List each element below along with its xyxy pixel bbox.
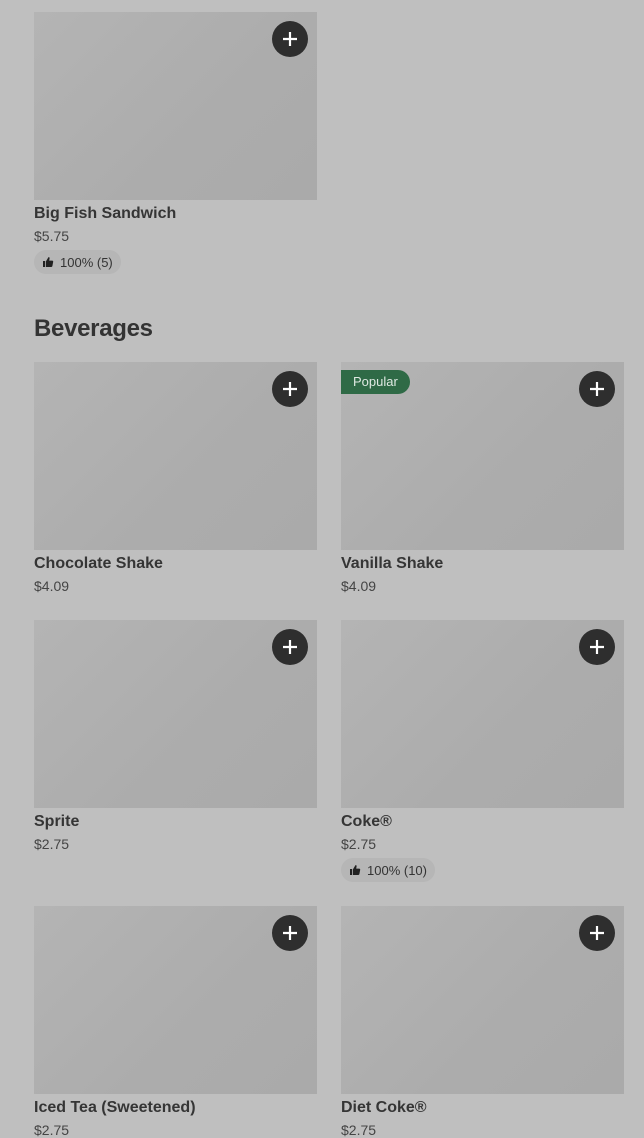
add-to-cart-button[interactable] bbox=[272, 21, 308, 57]
rating-badge: 100% (5) bbox=[34, 250, 121, 274]
plus-icon bbox=[590, 640, 604, 654]
item-image bbox=[341, 906, 624, 1094]
add-to-cart-button[interactable] bbox=[579, 629, 615, 665]
item-price: $4.09 bbox=[34, 578, 70, 594]
item-name: Vanilla Shake bbox=[341, 555, 444, 572]
item-name: Big Fish Sandwich bbox=[34, 205, 177, 222]
item-name: Coke® bbox=[341, 813, 392, 830]
menu-item-card[interactable]: Coke® $2.75 100% (10) bbox=[341, 620, 624, 882]
popular-badge: Popular bbox=[341, 370, 410, 394]
item-price: $4.09 bbox=[341, 578, 377, 594]
item-image bbox=[34, 362, 317, 550]
item-price: $2.75 bbox=[34, 1122, 70, 1138]
item-price: $2.75 bbox=[34, 836, 70, 852]
menu-item-card[interactable]: Chocolate Shake $4.09 bbox=[34, 362, 317, 594]
add-to-cart-button[interactable] bbox=[272, 915, 308, 951]
item-name: Sprite bbox=[34, 813, 80, 830]
item-price: $2.75 bbox=[341, 836, 377, 852]
add-to-cart-button[interactable] bbox=[579, 371, 615, 407]
item-price: $2.75 bbox=[341, 1122, 377, 1138]
thumbs-up-icon bbox=[43, 257, 54, 267]
plus-icon bbox=[283, 382, 297, 396]
item-image bbox=[34, 12, 317, 200]
item-image bbox=[34, 620, 317, 808]
item-price: $5.75 bbox=[34, 228, 70, 244]
plus-icon bbox=[283, 640, 297, 654]
rating-text: 100% (10) bbox=[367, 862, 427, 878]
menu-item-card[interactable]: Diet Coke® $2.75 bbox=[341, 906, 624, 1138]
rating-badge: 100% (10) bbox=[341, 858, 435, 882]
section-title: Beverages bbox=[34, 315, 153, 342]
item-name: Diet Coke® bbox=[341, 1099, 427, 1116]
item-image: Popular bbox=[341, 362, 624, 550]
thumbs-up-icon bbox=[350, 865, 361, 875]
plus-icon bbox=[283, 926, 297, 940]
item-image bbox=[341, 620, 624, 808]
item-name: Chocolate Shake bbox=[34, 555, 163, 572]
add-to-cart-button[interactable] bbox=[579, 915, 615, 951]
plus-icon bbox=[590, 926, 604, 940]
menu-item-card[interactable]: Sprite $2.75 bbox=[34, 620, 317, 852]
rating-text: 100% (5) bbox=[60, 254, 113, 270]
add-to-cart-button[interactable] bbox=[272, 371, 308, 407]
add-to-cart-button[interactable] bbox=[272, 629, 308, 665]
plus-icon bbox=[590, 382, 604, 396]
plus-icon bbox=[283, 32, 297, 46]
item-name: Iced Tea (Sweetened) bbox=[34, 1099, 196, 1116]
menu-item-card[interactable]: Iced Tea (Sweetened) $2.75 bbox=[34, 906, 317, 1138]
menu-item-card[interactable]: Big Fish Sandwich $5.75 100% (5) bbox=[34, 12, 317, 274]
item-image bbox=[34, 906, 317, 1094]
menu-item-card[interactable]: Popular Vanilla Shake $4.09 bbox=[341, 362, 624, 594]
